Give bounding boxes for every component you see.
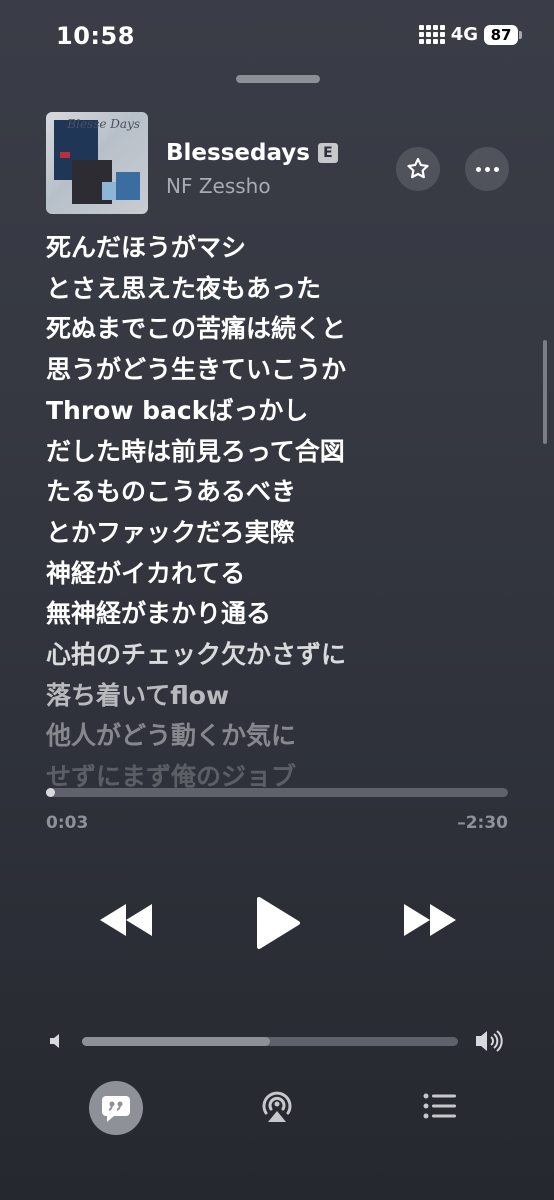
lyrics-panel[interactable]: 死んだほうがマシ とさえ思えた夜もあった 死ぬまでこの苦痛は続くと 思うがどう生きてい… (46, 228, 516, 798)
playback-scrubber[interactable] (46, 788, 508, 797)
artist-name[interactable]: NF Zessho (166, 174, 271, 198)
song-title-row[interactable]: Blessedays E (166, 140, 338, 166)
elapsed-time: 0:03 (46, 813, 89, 833)
lyric-line[interactable]: 死んだほうがマシ (46, 228, 516, 269)
lyric-line[interactable]: だした時は前見ろって合図 (46, 432, 516, 473)
queue-button[interactable] (420, 1088, 460, 1124)
cellular-signal-icon (418, 25, 445, 44)
lyrics-button[interactable] (89, 1081, 143, 1135)
battery-level: 87 (490, 25, 512, 44)
network-type: 4G (450, 24, 478, 45)
play-button[interactable] (248, 890, 308, 956)
lyric-line[interactable]: 死ぬまでこの苦痛は続くと (46, 309, 516, 350)
song-title: Blessedays (166, 140, 310, 166)
favorite-button[interactable] (396, 147, 440, 191)
volume-slider[interactable] (82, 1037, 458, 1046)
lyric-line[interactable]: 心拍のチェック欠かさずに (46, 635, 516, 676)
playback-progress-fill (46, 788, 56, 797)
lyric-line[interactable]: 落ち着いてflow (46, 676, 516, 717)
explicit-badge: E (317, 143, 338, 163)
remaining-time: –2:30 (457, 813, 508, 833)
previous-track-button[interactable] (92, 890, 160, 950)
airplay-audio-icon (262, 1091, 292, 1122)
status-time: 10:58 (56, 22, 135, 50)
play-icon (257, 897, 300, 949)
airplay-button[interactable] (257, 1086, 297, 1126)
lyric-line[interactable]: Throw backばっかし (46, 391, 516, 432)
lyric-line[interactable]: 他人がどう動くか気に (46, 716, 516, 757)
lyric-line[interactable]: とかファックだろ実際 (46, 513, 516, 554)
battery-icon: 87 (484, 24, 522, 45)
lyric-line[interactable]: 神経がイカれてる (46, 554, 516, 595)
volume-low-icon (48, 1033, 64, 1053)
more-options-button[interactable] (465, 147, 509, 191)
forward-icon (404, 904, 456, 936)
ellipsis-icon (475, 166, 499, 172)
lyric-line[interactable]: たるものこうあるべき (46, 472, 516, 513)
sheet-grabber[interactable] (236, 75, 320, 83)
volume-fill (82, 1037, 270, 1046)
lyric-line[interactable]: 無神経がまかり通る (46, 594, 516, 635)
lyric-line[interactable]: とさえ思えた夜もあった (46, 269, 516, 310)
artwork-title-text: Blesse Days (67, 117, 140, 131)
scroll-indicator (543, 340, 547, 444)
backward-icon (100, 904, 152, 936)
volume-high-icon (474, 1028, 506, 1058)
next-track-button[interactable] (396, 890, 464, 950)
status-indicators: 4G 87 (418, 24, 522, 45)
lyrics-quote-icon (102, 1096, 130, 1122)
album-artwork[interactable]: Blesse Days (46, 112, 148, 214)
queue-list-icon (423, 1093, 456, 1119)
star-icon (407, 157, 429, 179)
lyric-line[interactable]: 思うがどう生きていこうか (46, 350, 516, 391)
